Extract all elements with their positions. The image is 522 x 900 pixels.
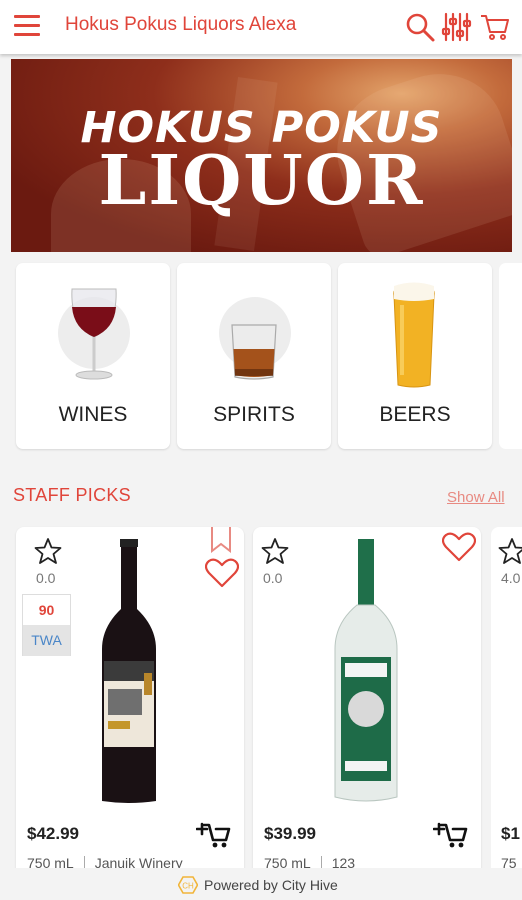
category-beers[interactable]: BEERS [338, 263, 492, 449]
whiskey-glass-icon [231, 324, 277, 380]
heart-icon[interactable] [205, 558, 239, 588]
wine-bottle-image [102, 539, 156, 803]
category-spirits[interactable]: SPIRITS [177, 263, 331, 449]
category-next[interactable] [499, 263, 522, 449]
category-label: WINES [58, 403, 128, 426]
category-label: SPIRITS [213, 403, 295, 426]
product-price: $42.99 [27, 824, 79, 843]
heart-icon[interactable] [442, 532, 476, 562]
bookmark-icon[interactable] [210, 527, 232, 553]
filter-icon[interactable] [440, 11, 472, 43]
show-all-link[interactable]: Show All [447, 489, 505, 506]
store-title: Hokus Pokus Liquors Alexa [65, 14, 297, 35]
product-card[interactable]: 4.0 $1 75 [491, 527, 522, 887]
add-to-cart-icon[interactable] [433, 819, 469, 849]
star-icon[interactable] [33, 536, 63, 566]
city-hive-logo-icon: CH [178, 876, 198, 894]
product-card[interactable]: 0.0 $39.99 750 mL 123 [253, 527, 481, 887]
menu-icon[interactable] [14, 15, 40, 37]
product-card[interactable]: 0.0 90 TWA $42.99 750 mL Januik Winery [16, 527, 244, 887]
product-price: $1 [501, 824, 520, 843]
store-banner[interactable]: HOKUS POKUS LIQUOR [11, 59, 512, 252]
product-rating: 0.0 [36, 570, 56, 586]
banner-title-bottom: LIQUOR [98, 141, 425, 221]
tequila-bottle-image [334, 539, 398, 802]
category-label: BEERS [379, 403, 451, 426]
cart-icon[interactable] [479, 11, 511, 43]
app-header: Hokus Pokus Liquors Alexa [0, 0, 522, 54]
critic-score: 90 TWA [22, 594, 71, 656]
star-icon[interactable] [260, 536, 290, 566]
product-rating: 0.0 [263, 570, 283, 586]
star-icon[interactable] [497, 536, 522, 566]
wine-glass-icon [71, 288, 117, 380]
staff-picks-title: STAFF PICKS [13, 485, 131, 505]
product-price: $39.99 [264, 824, 316, 843]
score-source: TWA [23, 625, 70, 656]
add-to-cart-icon[interactable] [196, 819, 232, 849]
beer-glass-icon [393, 282, 435, 388]
powered-by-footer: CH Powered by City Hive [0, 868, 522, 900]
search-icon[interactable] [404, 11, 436, 43]
product-rating: 4.0 [501, 570, 521, 586]
score-value: 90 [38, 602, 55, 618]
category-wines[interactable]: WINES [16, 263, 170, 449]
footer-text: Powered by City Hive [204, 877, 338, 893]
svg-text:CH: CH [182, 882, 194, 891]
